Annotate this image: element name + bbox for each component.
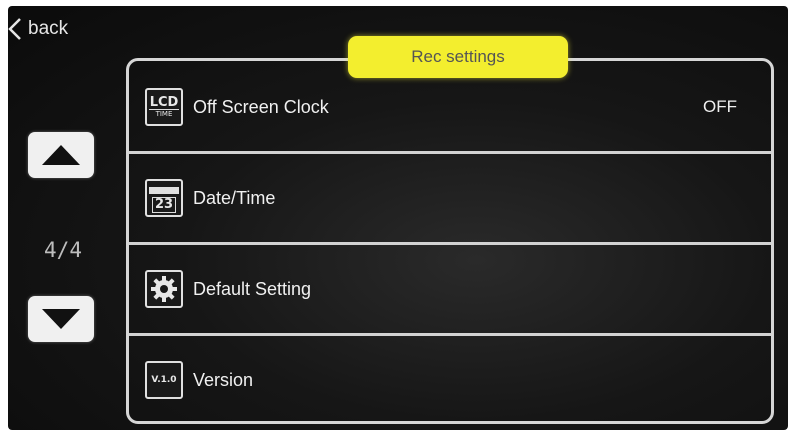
back-button[interactable]: back	[8, 12, 68, 46]
calendar-day-text: 23	[151, 197, 177, 213]
calendar-icon: 23	[145, 179, 183, 217]
settings-panel: LCD TIME Off Screen Clock OFF 23 Date/Ti…	[126, 58, 774, 424]
time-icon-text: TIME	[149, 108, 179, 119]
menu-item-label: Default Setting	[193, 278, 312, 299]
page-title: Rec settings	[348, 36, 568, 78]
menu-item-default-setting[interactable]: Default Setting	[129, 245, 771, 333]
back-label: back	[28, 18, 69, 39]
gear-icon	[145, 270, 183, 308]
menu-item-label: Off Screen Clock	[193, 96, 329, 117]
page-down-button[interactable]	[28, 296, 94, 342]
menu-item-label: Version	[193, 369, 254, 390]
lcd-icon-text: LCD	[149, 94, 179, 110]
menu-item-label: Date/Time	[193, 187, 276, 208]
version-icon: V.1.0	[145, 361, 183, 399]
page-up-button[interactable]	[28, 132, 94, 178]
menu-item-date-time[interactable]: 23 Date/Time	[129, 154, 771, 242]
chevron-left-icon	[8, 18, 21, 40]
page-indicator: 4/4	[44, 238, 82, 262]
version-icon-text: V.1.0	[151, 375, 177, 385]
menu-item-value: OFF	[703, 97, 737, 116]
lcd-time-icon: LCD TIME	[145, 88, 183, 126]
menu-item-version[interactable]: V.1.0 Version	[129, 336, 771, 424]
triangle-down-icon	[42, 309, 80, 329]
device-screen: back 4/4 LCD TIME Off Screen Clock OFF 2…	[8, 6, 788, 430]
triangle-up-icon	[42, 145, 80, 165]
